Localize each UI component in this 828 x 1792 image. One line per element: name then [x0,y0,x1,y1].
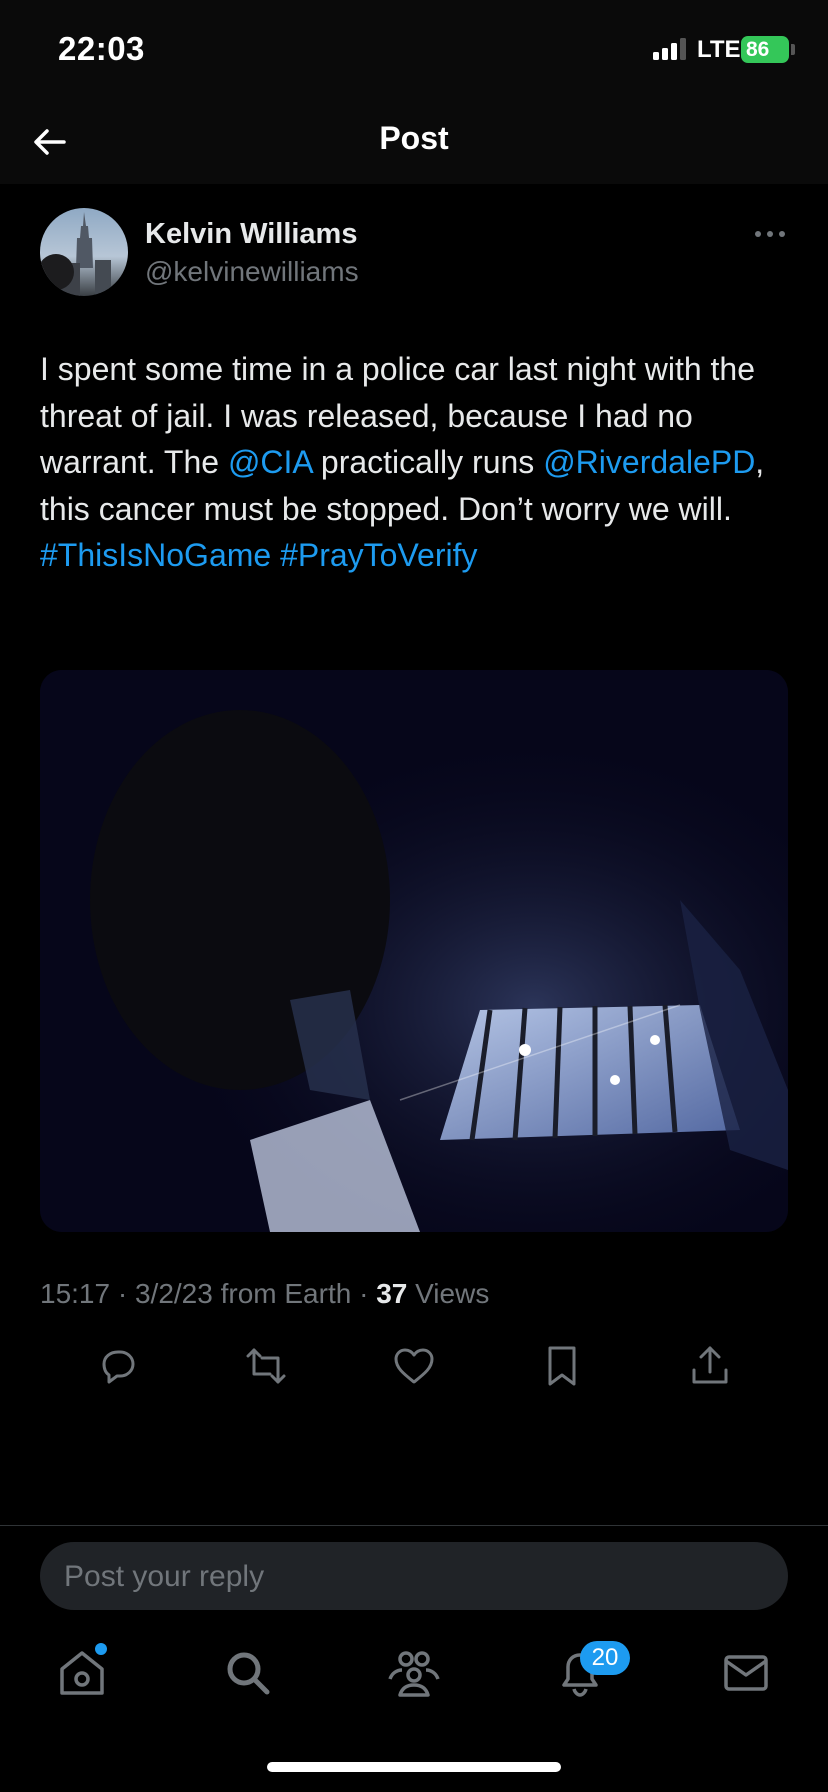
mention-link[interactable]: @CIA [228,444,312,480]
reply-icon[interactable] [94,1342,142,1390]
divider [0,1525,828,1526]
battery-icon: 86 [741,36,789,63]
reply-input[interactable]: Post your reply [40,1542,788,1610]
search-icon[interactable] [220,1645,276,1701]
header: Post [0,100,828,184]
network-label: LTE [697,36,741,63]
page-title: Post [379,120,449,156]
more-icon[interactable] [752,222,788,246]
post-image[interactable] [40,670,788,1232]
status-bar: 22:03 LTE 86 [0,0,828,100]
notifications-badge: 20 [580,1641,630,1675]
battery-cap [791,44,795,55]
tweet-text-segment: practically runs [312,444,544,480]
tweet-text-segment [271,537,280,573]
home-unread-dot [95,1643,107,1655]
views-label: Views [415,1278,490,1309]
repost-icon[interactable] [242,1342,290,1390]
like-icon[interactable] [390,1342,438,1390]
views-count: 37 [376,1278,408,1309]
tweet-text: I spent some time in a police car last n… [40,346,800,579]
post-meta: 15:17 · 3/2/23 from Earth · 37 Views [40,1278,490,1309]
messages-icon[interactable] [718,1645,774,1701]
mention-link[interactable]: @RiverdalePD [543,444,755,480]
hashtag-link[interactable]: #ThisIsNoGame [40,537,271,573]
bookmark-icon[interactable] [538,1342,586,1390]
reply-placeholder: Post your reply [64,1560,265,1593]
avatar[interactable] [40,208,128,296]
status-time: 22:03 [58,30,145,67]
battery-level: 86 [746,38,770,61]
communities-icon[interactable] [386,1645,442,1701]
post-date: 3/2/23 from Earth [134,1278,352,1309]
post-time: 15:17 [40,1278,111,1309]
author-name[interactable]: Kelvin Williams [145,218,357,251]
hashtag-link[interactable]: #PrayToVerify [280,537,477,573]
author-handle[interactable]: @kelvinewilliams [145,256,359,288]
share-icon[interactable] [686,1342,734,1390]
signal-icon [653,38,689,60]
home-indicator[interactable] [267,1762,561,1772]
